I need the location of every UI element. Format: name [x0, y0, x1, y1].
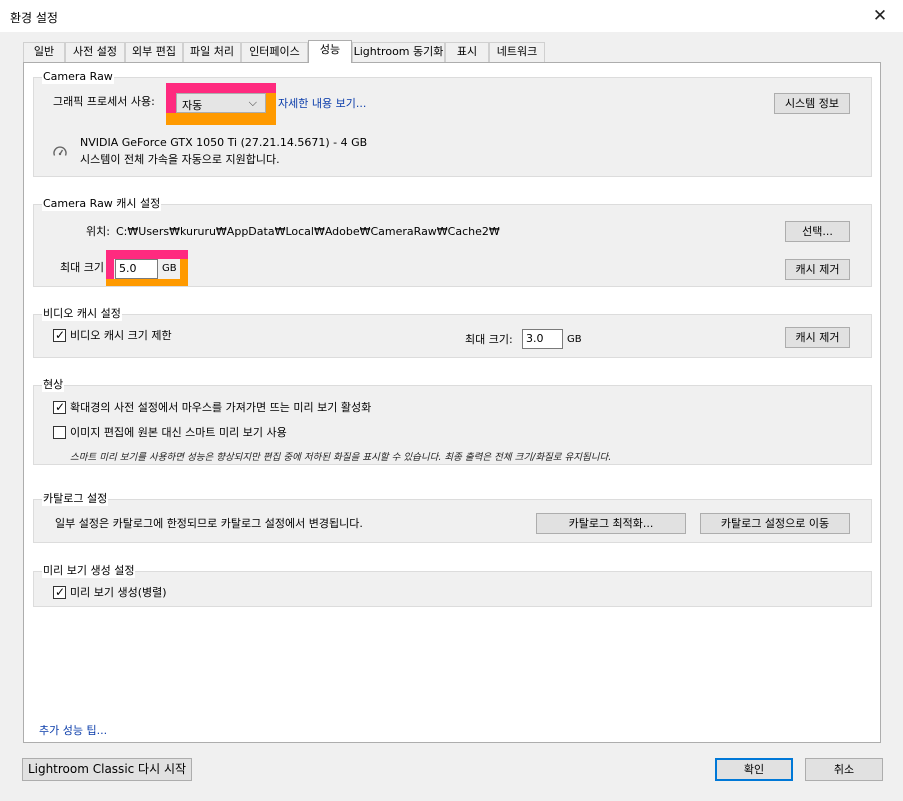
highlight-frame-left [166, 93, 176, 113]
tab-lightroom-sync[interactable]: Lightroom 동기화 [352, 42, 445, 62]
purge-video-cache-button[interactable]: 캐시 제거 [785, 327, 850, 348]
highlight-frame-top [166, 83, 276, 93]
details-link[interactable]: 자세한 내용 보기... [278, 95, 366, 111]
smart-preview-label: 이미지 편집에 원본 대신 스마트 미리 보기 사용 [70, 426, 287, 439]
hover-preview-label: 확대경의 사전 설정에서 마우스를 가져가면 뜨는 미리 보기 활성화 [70, 401, 372, 414]
smart-preview-note: 스마트 미리 보기를 사용하면 성능은 향상되지만 편집 중에 저하된 화질을 … [70, 452, 612, 463]
gauge-icon [53, 146, 67, 156]
group-label: 카탈로그 설정 [42, 492, 109, 506]
parallel-preview-checkbox[interactable]: ✓ [53, 585, 66, 599]
tab-network[interactable]: 네트워크 [489, 42, 545, 62]
parallel-preview-label: 미리 보기 생성(병렬) [70, 586, 167, 599]
highlight-frame-bottom [166, 113, 276, 125]
group-label: Camera Raw 캐시 설정 [42, 197, 162, 211]
gpu-name: NVIDIA GeForce GTX 1050 Ti (27.21.14.567… [80, 136, 368, 149]
smart-preview-checkbox[interactable] [53, 426, 66, 439]
restart-lightroom-button[interactable]: Lightroom Classic 다시 시작 [22, 758, 192, 781]
highlight-frame-right [180, 259, 188, 279]
choose-cache-location-button[interactable]: 선택... [785, 221, 850, 242]
cache-max-size-label: 최대 크기 [60, 261, 104, 274]
gpu-select[interactable]: 자동 ⌵ [176, 93, 266, 113]
highlight-frame-left [106, 259, 114, 279]
video-cache-limit-label: 비디오 캐시 크기 제한 [70, 329, 172, 342]
cache-size-input[interactable]: 5.0 [115, 259, 158, 279]
video-cache-size-unit: GB [567, 334, 582, 345]
performance-panel: Camera Raw 그래픽 프로세서 사용: 자동 ⌵ 자세한 내용 보기..… [23, 62, 881, 743]
tab-interface[interactable]: 인터페이스 [241, 42, 308, 62]
video-cache-max-size-label: 최대 크기: [465, 333, 513, 346]
highlight-frame-top [106, 250, 188, 259]
gpu-status: 시스템이 전체 가속을 자동으로 지원합니다. [80, 153, 280, 166]
tab-file-handling[interactable]: 파일 처리 [183, 42, 241, 62]
catalog-info: 일부 설정은 카탈로그에 한정되므로 카탈로그 설정에서 변경됩니다. [55, 517, 363, 530]
checkmark-icon: ✓ [55, 400, 66, 414]
group-label: 비디오 캐시 설정 [42, 307, 122, 321]
video-cache-limit-checkbox[interactable]: ✓ [53, 328, 66, 342]
title-bar: 환경 설정 ✕ [0, 0, 903, 32]
cache-location-label: 위치: [86, 225, 110, 238]
hover-preview-checkbox[interactable]: ✓ [53, 400, 66, 414]
cache-size-unit: GB [162, 263, 177, 274]
close-button[interactable]: ✕ [857, 0, 903, 32]
highlight-frame-bottom [106, 279, 188, 286]
performance-tips-link[interactable]: 추가 성능 팁... [39, 722, 107, 738]
highlight-frame-right [266, 93, 276, 113]
video-cache-size-input[interactable]: 3.0 [522, 329, 563, 349]
tab-external-editing[interactable]: 외부 편집 [125, 42, 183, 62]
goto-catalog-settings-button[interactable]: 카탈로그 설정으로 이동 [700, 513, 850, 534]
group-label: 현상 [42, 378, 65, 392]
checkmark-icon: ✓ [55, 328, 66, 342]
tab-display[interactable]: 표시 [445, 42, 489, 62]
checkmark-icon: ✓ [55, 585, 66, 599]
chevron-down-icon: ⌵ [248, 96, 257, 109]
system-info-button[interactable]: 시스템 정보 [774, 93, 850, 114]
ok-button[interactable]: 확인 [715, 758, 793, 781]
preview-generation-group: 미리 보기 생성 설정 ✓ 미리 보기 생성(병렬) [33, 564, 872, 607]
purge-cache-button[interactable]: 캐시 제거 [785, 259, 850, 280]
gpu-select-value: 자동 [182, 99, 203, 112]
tab-presets[interactable]: 사전 설정 [65, 42, 125, 62]
window-title: 환경 설정 [10, 11, 58, 25]
group-label: 미리 보기 생성 설정 [42, 564, 136, 578]
tab-general[interactable]: 일반 [23, 42, 65, 62]
group-label: Camera Raw [42, 70, 114, 84]
optimize-catalog-button[interactable]: 카탈로그 최적화... [536, 513, 686, 534]
camera-raw-group: Camera Raw 그래픽 프로세서 사용: 자동 ⌵ 자세한 내용 보기..… [33, 70, 872, 177]
raw-cache-group: Camera Raw 캐시 설정 위치: C:₩Users₩kururu₩App… [33, 197, 872, 287]
cancel-button[interactable]: 취소 [805, 758, 883, 781]
tab-performance[interactable]: 성능 [308, 40, 352, 63]
close-icon: ✕ [872, 6, 888, 26]
catalog-group: 카탈로그 설정 일부 설정은 카탈로그에 한정되므로 카탈로그 설정에서 변경됩… [33, 492, 872, 543]
video-cache-group: 비디오 캐시 설정 ✓ 비디오 캐시 크기 제한 최대 크기: 3.0 GB 캐… [33, 307, 872, 358]
gpu-label: 그래픽 프로세서 사용: [53, 95, 155, 108]
cache-location-path: C:₩Users₩kururu₩AppData₩Local₩Adobe₩Came… [116, 225, 500, 238]
develop-group: 현상 ✓ 확대경의 사전 설정에서 마우스를 가져가면 뜨는 미리 보기 활성화… [33, 378, 872, 465]
